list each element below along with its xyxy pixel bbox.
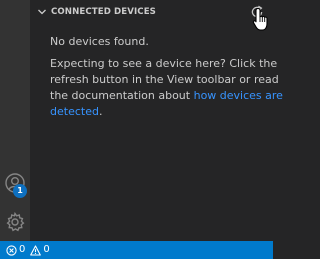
warning-icon: [30, 244, 42, 256]
help-line-3: the documentation about how devices are: [50, 88, 283, 104]
devices-detection-link-continued[interactable]: detected: [50, 105, 99, 118]
chevron-down-icon[interactable]: [36, 6, 48, 18]
hand-pointer-cursor-icon: [252, 7, 268, 31]
view-header[interactable]: CONNECTED DEVICES: [30, 0, 273, 31]
connected-devices-view: CONNECTED DEVICES No devices found. Expe…: [30, 0, 283, 241]
devices-detection-link[interactable]: how devices are: [194, 89, 283, 102]
activity-bar: 1: [0, 0, 30, 241]
help-line-2: refresh button in the View toolbar or re…: [50, 73, 279, 86]
status-bar: 0 0: [0, 241, 273, 259]
help-text: Expecting to see a device here? Click th…: [50, 56, 283, 120]
help-line-4: detected.: [50, 104, 272, 120]
help-line-3-prefix: the documentation about: [50, 89, 194, 102]
no-devices-message: No devices found.: [50, 35, 149, 48]
accounts-badge: 1: [13, 184, 27, 198]
problems-status[interactable]: 0 0: [6, 241, 55, 259]
warning-count: 0: [43, 244, 50, 255]
help-suffix: .: [98, 105, 103, 118]
help-line-1: Expecting to see a device here? Click th…: [50, 57, 278, 70]
error-count: 0: [19, 244, 26, 255]
view-title: CONNECTED DEVICES: [51, 7, 156, 17]
error-icon: [6, 244, 17, 256]
gear-icon[interactable]: [4, 211, 26, 233]
